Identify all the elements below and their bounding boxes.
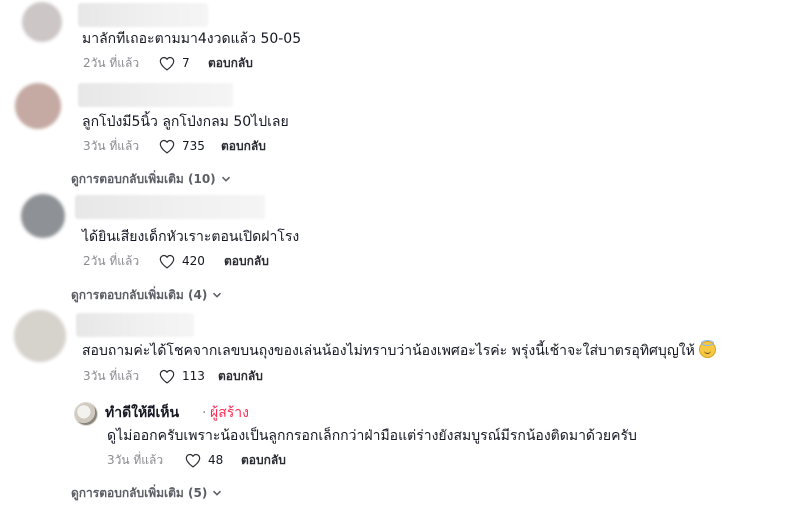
comment-3-username-blurred[interactable] <box>75 195 265 219</box>
comment-2-avatar[interactable] <box>15 83 61 129</box>
comment-1-username-blurred[interactable] <box>78 3 208 27</box>
comment-2-text: ลูกโป่งมี5นิ้ว ลูกโป่งกลม 50ไปเลย <box>82 114 289 130</box>
comment-1-timestamp: 2วัน ที่แล้ว <box>83 56 140 70</box>
comment-4-like-count: 113 <box>182 369 205 383</box>
comment-3-like-button[interactable]: 420 <box>159 252 205 270</box>
comment-4-text-content: สอบถามค่ะได้โชคจากเลขบนถุงของเล่นน้องไม่… <box>82 343 695 359</box>
comment-2-view-more-replies[interactable]: ดูการตอบกลับเพิ่มเติม (10) <box>71 170 231 188</box>
smiling-face-with-halo-emoji-icon <box>698 340 716 358</box>
creator-avatar[interactable] <box>74 402 98 426</box>
comment-2-like-count: 735 <box>182 139 205 153</box>
comment-2-username-blurred[interactable] <box>78 83 233 107</box>
creator-name[interactable]: ทำดีให้ผีเห็น <box>105 403 179 423</box>
comment-3-timestamp: 2วัน ที่แล้ว <box>83 254 140 268</box>
heart-icon <box>159 369 175 383</box>
comment-3-text: ได้ยินเสียงเด็กหัวเราะตอนเปิดฝาโรง <box>82 229 300 245</box>
chevron-down-icon <box>213 490 222 496</box>
comment-4-username-blurred[interactable] <box>76 313 194 337</box>
view-more-replies-label: ดูการตอบกลับเพิ่มเติม (10) <box>71 172 216 186</box>
creator-badge: ผู้สร้าง <box>210 405 249 421</box>
comment-2-reply-button[interactable]: ตอบกลับ <box>221 137 266 155</box>
view-more-replies-label: ดูการตอบกลับเพิ่มเติม (5) <box>71 486 208 500</box>
comment-1-avatar[interactable] <box>22 2 62 42</box>
comment-1-reply-button[interactable]: ตอบกลับ <box>208 54 253 72</box>
comment-4-reply-button[interactable]: ตอบกลับ <box>218 367 263 385</box>
comment-2-like-button[interactable]: 735 <box>159 137 205 155</box>
chevron-down-icon <box>213 292 222 298</box>
comment-4-view-more-replies[interactable]: ดูการตอบกลับเพิ่มเติม (5) <box>71 484 222 502</box>
creator-reply-like-button[interactable]: 48 <box>185 451 223 469</box>
view-more-replies-label: ดูการตอบกลับเพิ่มเติม (4) <box>71 288 208 302</box>
comment-4-timestamp: 3วัน ที่แล้ว <box>83 369 140 383</box>
comment-1-like-button[interactable]: 7 <box>159 54 190 72</box>
comment-4-like-button[interactable]: 113 <box>159 367 205 385</box>
comment-4-text: สอบถามค่ะได้โชคจากเลขบนถุงของเล่นน้องไม่… <box>82 340 716 361</box>
heart-icon <box>185 453 201 467</box>
comment-4-avatar[interactable] <box>14 310 66 362</box>
comment-3-reply-button[interactable]: ตอบกลับ <box>224 252 269 270</box>
creator-reply-like-count: 48 <box>208 453 224 467</box>
comment-1-text: มาลักทีเถอะตามมา4งวดแล้ว 50-05 <box>82 31 302 47</box>
heart-icon <box>159 56 175 70</box>
comment-2-timestamp: 3วัน ที่แล้ว <box>83 139 140 153</box>
chevron-down-icon <box>221 176 230 182</box>
comment-1-like-count: 7 <box>182 56 190 70</box>
comment-3-avatar[interactable] <box>21 194 65 238</box>
creator-reply-text: ดูไม่ออกครับเพราะน้องเป็นลูกกรอกเล็กกว่า… <box>107 428 637 444</box>
creator-reply-reply-button[interactable]: ตอบกลับ <box>241 451 286 469</box>
creator-reply-timestamp: 3วัน ที่แล้ว <box>107 453 164 467</box>
comment-3-view-more-replies[interactable]: ดูการตอบกลับเพิ่มเติม (4) <box>71 286 222 304</box>
name-separator: · <box>202 405 207 421</box>
heart-icon <box>159 254 175 268</box>
heart-icon <box>159 139 175 153</box>
comment-3-like-count: 420 <box>182 254 205 268</box>
